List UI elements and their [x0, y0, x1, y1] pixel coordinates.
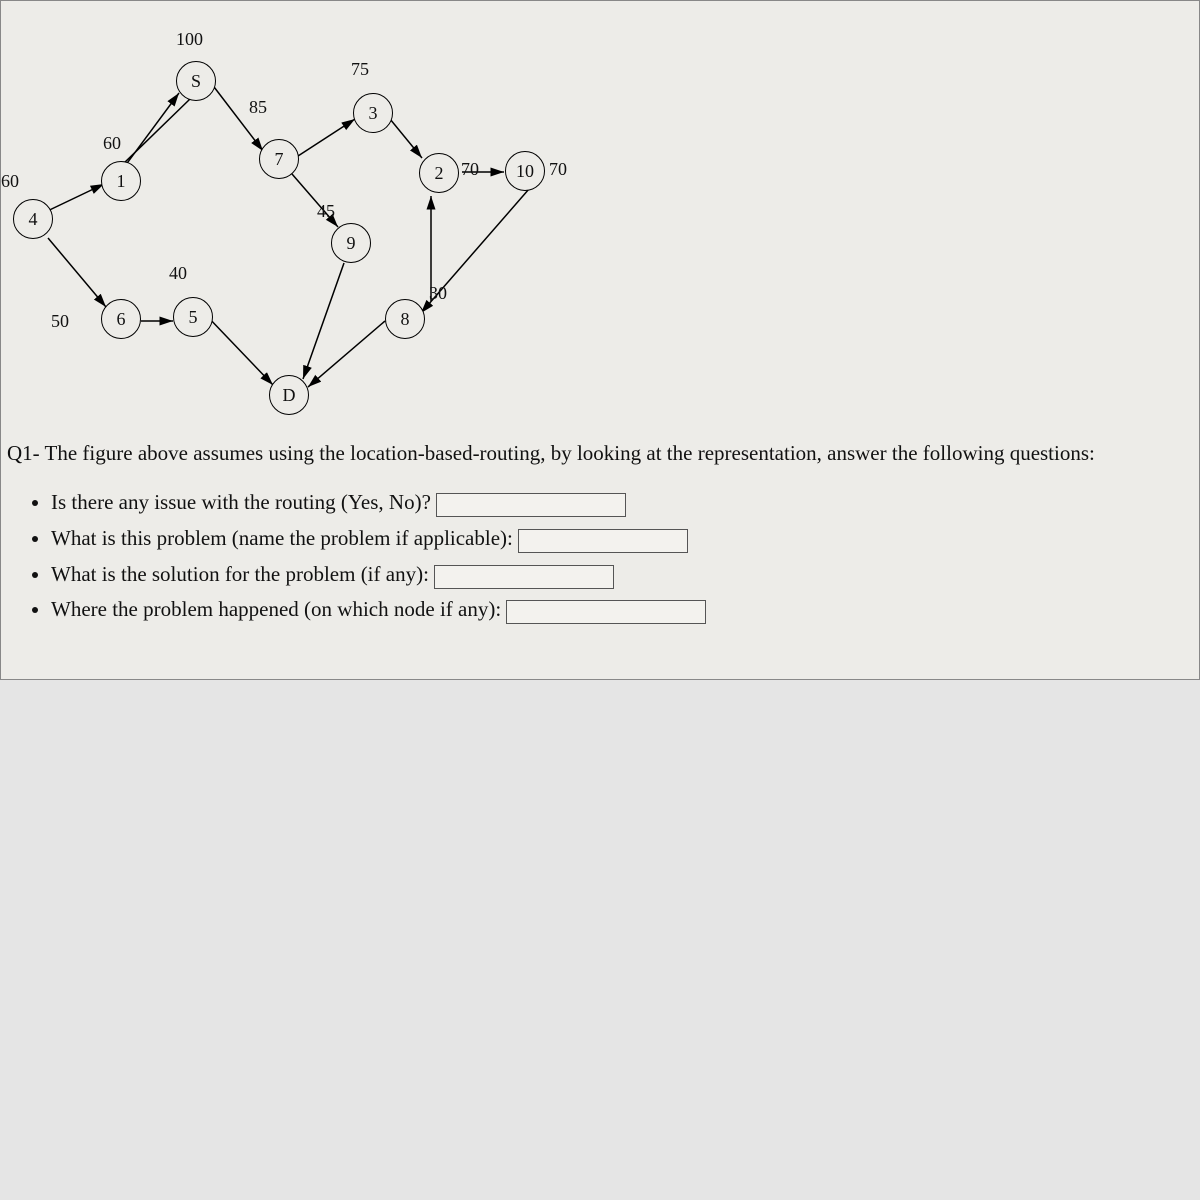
item-1: Is there any issue with the routing (Yes…: [51, 485, 1199, 521]
node-9: 9: [331, 223, 371, 263]
node-5: 5: [173, 297, 213, 337]
node-10: 10: [505, 151, 545, 191]
graph-edges: [1, 1, 1200, 431]
item-4-label: Where the problem happened (on which nod…: [51, 597, 501, 621]
edge-label-100: 100: [176, 29, 203, 50]
edge-label-40: 40: [169, 263, 187, 284]
answer-input-2[interactable]: [518, 529, 688, 553]
item-2-label: What is this problem (name the problem i…: [51, 526, 513, 550]
edge-label-60b: 60: [1, 171, 19, 192]
node-2: 2: [419, 153, 459, 193]
edge-label-85: 85: [249, 97, 267, 118]
answer-input-3[interactable]: [434, 565, 614, 589]
item-2: What is this problem (name the problem i…: [51, 521, 1199, 557]
item-3: What is the solution for the problem (if…: [51, 557, 1199, 593]
edge-label-45: 45: [317, 201, 335, 222]
edge-label-60a: 60: [103, 133, 121, 154]
question-items: Is there any issue with the routing (Yes…: [51, 485, 1199, 628]
node-S: S: [176, 61, 216, 101]
node-3: 3: [353, 93, 393, 133]
item-4: Where the problem happened (on which nod…: [51, 592, 1199, 628]
edge-label-75: 75: [351, 59, 369, 80]
answer-input-1[interactable]: [436, 493, 626, 517]
exam-page: S 1 4 7 3 2 10 9 8 5 6 D 100 75 85 60 60…: [0, 0, 1200, 680]
node-4: 4: [13, 199, 53, 239]
edge-label-70b: 70: [549, 159, 567, 180]
node-7: 7: [259, 139, 299, 179]
node-1: 1: [101, 161, 141, 201]
edge-label-30: 30: [429, 283, 447, 304]
item-3-label: What is the solution for the problem (if…: [51, 562, 429, 586]
question-text: Q1- The figure above assumes using the l…: [1, 431, 1199, 467]
answer-input-4[interactable]: [506, 600, 706, 624]
edge-label-50: 50: [51, 311, 69, 332]
item-1-label: Is there any issue with the routing (Yes…: [51, 490, 431, 514]
edge-label-70a: 70: [461, 159, 479, 180]
node-D: D: [269, 375, 309, 415]
routing-graph: S 1 4 7 3 2 10 9 8 5 6 D 100 75 85 60 60…: [1, 1, 1200, 431]
node-8: 8: [385, 299, 425, 339]
node-6: 6: [101, 299, 141, 339]
